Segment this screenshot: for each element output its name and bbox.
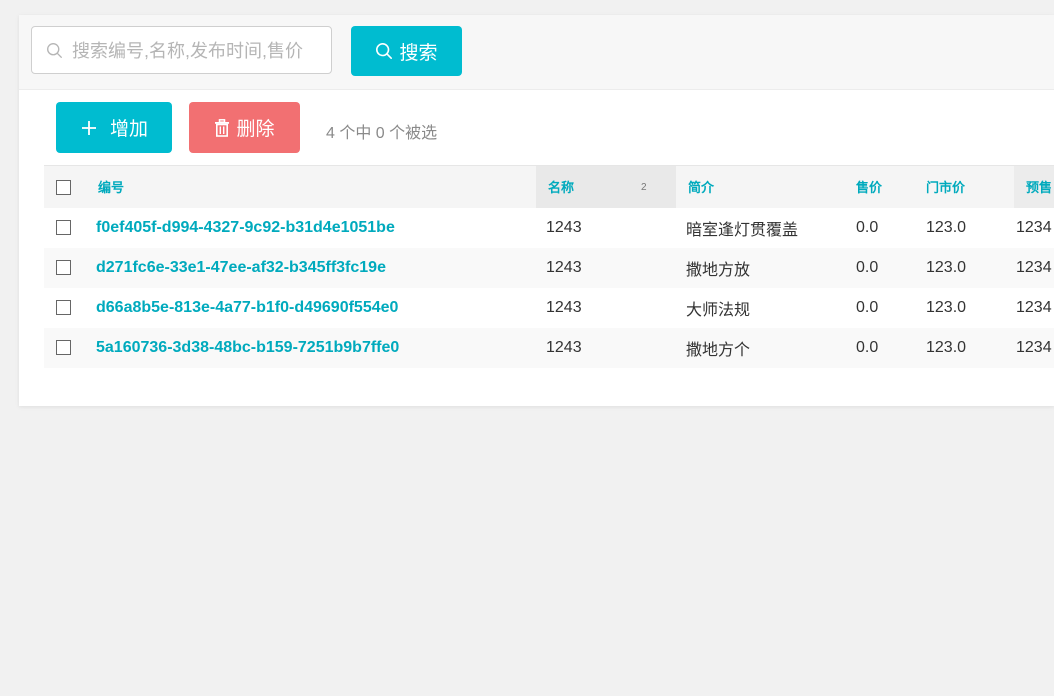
row-presale: 1234 [1016, 218, 1052, 236]
table-row: 5a160736-3d38-48bc-b159-7251b9b7ffe0 124… [44, 327, 1054, 368]
add-button[interactable]: 增加 [56, 102, 172, 153]
table-row: d271fc6e-33e1-47ee-af32-b345ff3fc19e 124… [44, 247, 1054, 288]
column-header-price-label: 售价 [856, 180, 883, 196]
row-market-price: 123.0 [926, 218, 967, 236]
column-header-id[interactable]: 编号 [86, 166, 536, 208]
row-price: 0.0 [856, 298, 879, 316]
row-name: 1243 [546, 338, 582, 356]
row-intro: 大师法规 [686, 301, 751, 319]
results-card: 搜索 增加 删除 4 个中 0 个被选 [19, 15, 1054, 406]
row-checkbox[interactable] [56, 299, 71, 315]
row-market-price: 123.0 [926, 298, 967, 316]
row-intro: 撒地方个 [686, 341, 751, 359]
column-header-intro-label: 简介 [688, 180, 715, 196]
row-name: 1243 [546, 218, 582, 236]
search-button[interactable]: 搜索 [351, 26, 462, 76]
row-checkbox[interactable] [56, 219, 71, 235]
column-header-name[interactable]: 名称 2 [536, 165, 676, 208]
row-select-cell [44, 328, 86, 368]
trash-icon [215, 118, 230, 137]
row-checkbox[interactable] [56, 339, 71, 355]
column-header-presale[interactable]: 预售 [1014, 165, 1054, 208]
row-name: 1243 [546, 258, 582, 276]
row-market-price: 123.0 [926, 258, 967, 276]
row-price: 0.0 [856, 338, 879, 356]
delete-button[interactable]: 删除 [189, 102, 300, 153]
row-checkbox[interactable] [56, 259, 71, 275]
data-table: 编号 名称 2 简介 售价 门市价 预售 f0ef405f-d994-4327-… [44, 165, 1054, 368]
row-presale: 1234 [1016, 338, 1052, 356]
search-field[interactable] [31, 26, 332, 75]
row-select-cell [44, 208, 86, 248]
select-all-checkbox[interactable] [56, 179, 71, 195]
row-presale: 1234 [1016, 298, 1052, 316]
column-header-price[interactable]: 售价 [856, 166, 926, 208]
search-icon [47, 43, 62, 58]
search-button-label: 搜索 [399, 42, 438, 64]
column-header-name-label: 名称 [548, 180, 575, 196]
selection-count: 4 个中 0 个被选 [326, 125, 438, 142]
select-all-cell [44, 166, 86, 208]
sort-order-badge: 2 [641, 182, 647, 193]
column-header-intro[interactable]: 简介 [676, 166, 856, 208]
row-presale: 1234 [1016, 258, 1052, 276]
row-price: 0.0 [856, 258, 879, 276]
row-select-cell [44, 288, 86, 328]
row-market-price: 123.0 [926, 338, 967, 356]
add-button-label: 增加 [109, 119, 148, 140]
search-bar: 搜索 [19, 15, 1054, 90]
row-intro: 暗室逢灯贯覆盖 [686, 221, 799, 239]
row-select-cell [44, 248, 86, 288]
row-name: 1243 [546, 298, 582, 316]
column-header-presale-label: 预售 [1026, 180, 1053, 196]
row-price: 0.0 [856, 218, 879, 236]
row-id-link[interactable]: d271fc6e-33e1-47ee-af32-b345ff3fc19e [86, 248, 536, 288]
column-header-market-price[interactable]: 门市价 [926, 166, 1014, 208]
row-id-link[interactable]: f0ef405f-d994-4327-9c92-b31d4e1051be [86, 208, 536, 248]
row-id-link[interactable]: 5a160736-3d38-48bc-b159-7251b9b7ffe0 [86, 328, 536, 368]
plus-icon [81, 120, 96, 135]
table-row: f0ef405f-d994-4327-9c92-b31d4e1051be 124… [44, 208, 1054, 248]
table-row: d66a8b5e-813e-4a77-b1f0-d49690f554e0 124… [44, 288, 1054, 328]
delete-button-label: 删除 [236, 119, 275, 140]
column-header-id-label: 编号 [98, 180, 125, 196]
search-icon [376, 42, 393, 60]
table-header-row: 编号 名称 2 简介 售价 门市价 预售 [44, 165, 1054, 208]
row-intro: 撒地方放 [686, 261, 751, 279]
row-id-link[interactable]: d66a8b5e-813e-4a77-b1f0-d49690f554e0 [86, 288, 536, 328]
column-header-market-price-label: 门市价 [926, 180, 966, 196]
search-input[interactable] [70, 27, 329, 75]
